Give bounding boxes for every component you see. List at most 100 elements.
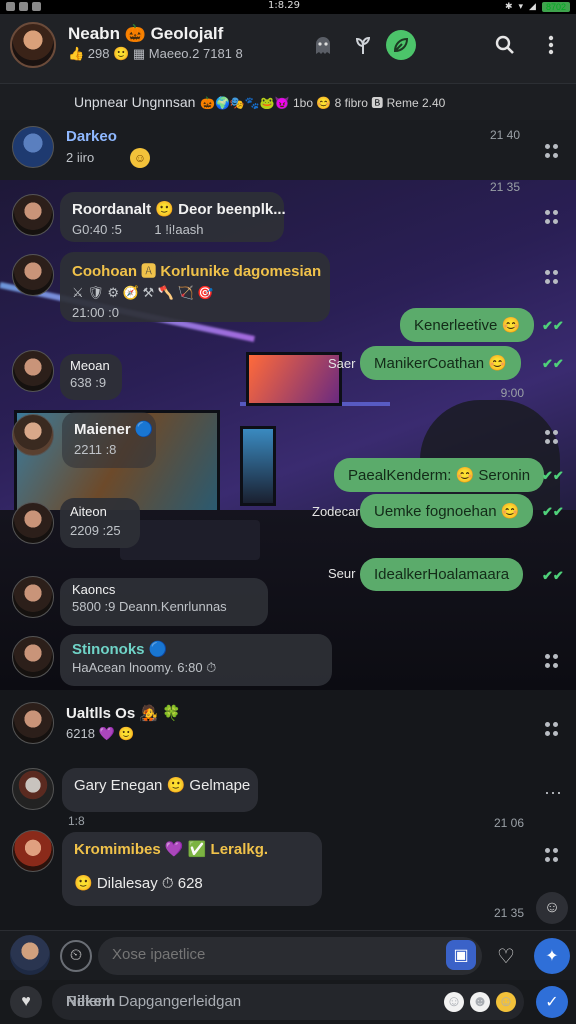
avatar[interactable] [10,935,50,975]
plant-icon[interactable] [348,30,378,60]
wink-emoji-icon[interactable]: ☻ [470,992,490,1012]
sender-label: Seur [328,566,356,581]
apps-icon[interactable] [545,722,559,736]
chat-subtitle: 👍 298 🙂 ▦ Maeeo.2 7181 8 [68,46,243,61]
message-bubble[interactable]: Aiteon 2209 :25 [60,498,140,548]
more-vert-icon[interactable] [536,30,566,60]
apps-icon[interactable] [545,430,559,444]
status-icons: ✱ ▾ ◢ 8702 [505,1,570,12]
profile-avatar[interactable] [10,22,56,68]
timestamp: 21 40 [489,128,520,142]
chat-title[interactable]: Neabn 🎃 Geolojalf [68,24,223,44]
message-bubble[interactable]: Roordanalt 🙂 Deor beenplk... G0:40 :5 1 … [60,192,286,242]
read-receipt-icon: ✔✔ [542,568,564,583]
message-bubble[interactable]: Stinonoks 🔵 HaAcean lnoomy. 6:80 ⏱ [60,634,332,686]
message-input[interactable] [112,946,432,963]
timestamp: 9:00 [500,386,524,400]
timestamp: 1:8 [68,814,85,828]
ghost-icon[interactable] [308,30,338,60]
chat-name: Ualtlls Os 🧑‍🎤 🍀 [66,705,181,722]
avatar[interactable] [12,254,54,296]
sender-name: Meoan [70,358,110,373]
message-bubble[interactable]: Kromimibes 💜 ✅ Leralkg. 🙂 Dilalesay ⏱ 62… [62,832,322,906]
message-meta: 638 :9 [70,375,107,390]
laugh-emoji-icon[interactable]: ☺ [444,992,464,1012]
battery-indicator: 8702 [541,1,570,12]
confirm-icon[interactable]: ✓ [536,986,568,1018]
clock-icon[interactable]: ⏲ [60,940,92,972]
avatar[interactable] [12,702,54,744]
pinned-message-bar[interactable]: Unpnear Ungnnsan 🎃🌍🎭🐾🐸😈 1bo 😊 8 fibro 🅱 … [0,84,576,120]
message-bubble[interactable]: Maiener 🔵 2211 :8 [62,412,156,468]
avatar[interactable] [12,502,54,544]
outgoing-message[interactable]: IdealkerHoalamaara [360,558,524,591]
message-bubble[interactable]: Gary Enegan 🙂 Gelmape [62,768,258,812]
sender-name: Kaoncs [72,582,116,597]
outgoing-message[interactable]: PaealKenderm: 😊 Seronin [334,458,545,492]
keyboard-decoration [120,520,260,560]
message-bubble[interactable]: Meoan 638 :9 [60,354,122,400]
apps-icon[interactable] [545,270,559,284]
notification-icons [6,2,41,11]
chat-row[interactable]: Darkeo 2 iiro ☺ 21 40 [0,120,576,180]
status-time: 1:8.29 [268,0,300,11]
timestamp: 21 35 [493,906,524,920]
pinned-text: Unpnear Ungnnsan [74,94,196,110]
sender-name: Coohoan 🅰 Korlunike dagomesian [72,263,322,280]
avatar[interactable] [12,350,54,392]
monitor-decoration [240,426,276,506]
chat-name: Darkeo [66,128,117,145]
message-meta: G0:40 :5 1 !i!aash [72,222,204,237]
apps-icon[interactable] [545,848,559,862]
sender-label: Zodecar [312,504,360,519]
sender-name: Aiteon [70,504,107,519]
apps-icon[interactable] [545,210,559,224]
avatar[interactable] [12,414,54,456]
chat-wallpaper: 21 35 Roordanalt 🙂 Deor beenplk... G0:40… [0,180,576,690]
avatar[interactable] [12,194,54,236]
read-receipt-icon: ✔✔ [542,318,564,333]
sender-name: Maiener 🔵 [74,421,154,438]
avatar[interactable] [12,576,54,618]
avatar[interactable] [12,768,54,810]
send-icon[interactable]: ✦ [534,938,570,974]
chat-meta: 6218 💜 🙂 [66,726,135,741]
leaf-icon[interactable] [386,30,416,60]
heart-icon[interactable]: ♡ [490,940,522,972]
message-text: 🙂 Dilalesay ⏱ 628 [74,875,203,892]
message-meta: ⚔ 🛡 ⚙ 🧭 ⚒ 🪓 🏹 🎯 [72,285,214,300]
smile-emoji-icon: ☺ [130,148,150,168]
apps-icon[interactable] [545,144,559,158]
message-bubble[interactable]: Coohoan 🅰 Korlunike dagomesian ⚔ 🛡 ⚙ 🧭 ⚒… [60,252,330,322]
apps-icon[interactable] [545,654,559,668]
avatar[interactable] [12,126,54,168]
signal-icon: ◢ [529,1,536,11]
more-horiz-icon[interactable]: ··· [544,782,562,803]
grin-emoji-icon[interactable]: ☺ [496,992,516,1012]
outgoing-message[interactable]: Uemke fognoehan 😊 [360,494,534,528]
outgoing-message[interactable]: Kenerleetive 😊 [400,308,535,342]
message-input-wrapper[interactable]: ▣ [98,937,482,975]
heart-icon[interactable]: ♥ [10,986,42,1018]
outgoing-message[interactable]: ManikerCoathan 😊 [360,346,521,380]
bottom-input-bar: ♥ Retenh Dapgangerleidgan Nilkem ☺ ☻ ☺ ✓ [0,980,576,1024]
avatar[interactable] [12,830,54,872]
search-icon[interactable] [490,30,520,60]
attach-icon[interactable]: ▣ [446,940,476,970]
emoji-picker-icon[interactable]: ☺ [536,892,568,924]
sender-name: Roordanalt 🙂 Deor beenplk... [72,201,286,218]
message-composer: ⏲ ▣ ♡ ✦ [0,930,576,980]
secondary-link[interactable]: Nilkem [66,993,115,1010]
sender-name: Stinonoks 🔵 [72,641,168,658]
sender-label: Saer [328,356,356,371]
message-bubble[interactable]: Kaoncs 5800 :9 Deann.Kenrlunnas [60,578,268,626]
message-meta: 2209 :25 [70,523,121,538]
chat-meta: 2 iiro [66,150,95,165]
secondary-input[interactable]: Retenh Dapgangerleidgan Nilkem ☺ ☻ ☺ [52,984,524,1020]
timestamp: 21 35 [489,180,520,194]
bluetooth-icon: ✱ [504,1,513,11]
message-text: Gary Enegan 🙂 Gelmape [74,777,251,794]
pinned-reactions: 🎃🌍🎭🐾🐸😈 1bo 😊 8 fibro 🅱 Reme 2.40 [200,96,446,110]
avatar[interactable] [12,636,54,678]
message-meta: 21:00 :0 [72,305,119,320]
